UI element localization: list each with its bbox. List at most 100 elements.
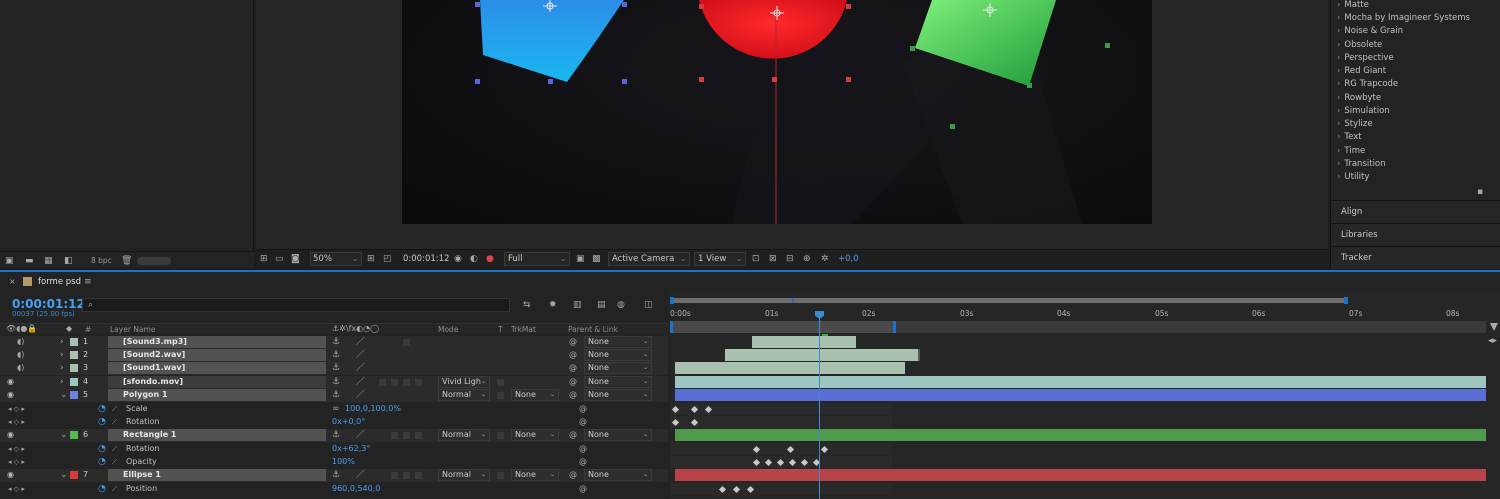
audio-speaker-icon[interactable]: ◖) (17, 363, 24, 373)
pick-whip-icon[interactable]: @ (569, 337, 577, 346)
property-row[interactable]: ◂ ◇ ▸ ◔ ⟋ Opacity 100% @ (0, 456, 668, 469)
flowchart-icon[interactable]: ⊕ (803, 254, 811, 264)
switch-box[interactable] (402, 471, 411, 480)
blend-mode-dropdown[interactable]: Vivid Ligh ⌄ (438, 376, 490, 388)
label-color-swatch[interactable] (70, 351, 78, 359)
expand-arrow-icon[interactable]: › (60, 350, 64, 360)
pick-whip-icon[interactable]: @ (569, 377, 577, 386)
layer-name[interactable]: Ellipse 1 (108, 469, 326, 481)
interpret-footage-icon[interactable]: ▣ (5, 256, 14, 266)
blend-mode-dropdown[interactable]: Normal ⌄ (438, 429, 490, 441)
switch-box[interactable] (414, 378, 423, 387)
label-color-swatch[interactable] (70, 391, 78, 399)
switch-box[interactable] (390, 431, 399, 440)
preserve-transparency-box[interactable] (496, 471, 505, 480)
show-snapshot-icon[interactable]: ◐ (470, 254, 478, 264)
property-value[interactable]: 100,0,100,0% (345, 404, 401, 413)
layer-name[interactable]: [Sound2.wav] (108, 349, 326, 361)
time-navigator-bar[interactable] (670, 298, 1346, 303)
preserve-transparency-box[interactable] (496, 391, 505, 400)
fx-category-simulation[interactable]: › Simulation (1337, 106, 1390, 116)
draft-3d-icon[interactable]: ⇆ (523, 300, 531, 310)
quality-switch-icon[interactable]: ／ (356, 337, 365, 347)
quality-switch-icon[interactable]: ／ (356, 430, 365, 440)
property-value[interactable]: 960,0,540,0 (332, 484, 380, 493)
preserve-transparency-box[interactable] (496, 378, 505, 387)
label-color-swatch[interactable] (70, 338, 78, 346)
fast-previews-icon[interactable]: ⊠ (769, 254, 777, 264)
pick-whip-icon[interactable]: @ (579, 404, 587, 413)
fx-category-text[interactable]: › Text (1337, 132, 1362, 142)
stopwatch-icon[interactable]: ◔ (98, 404, 106, 414)
audio-speaker-icon[interactable]: ◖) (17, 350, 24, 360)
layer-row[interactable]: ◖) › 1 [Sound3.mp3] ⚓ ／ @ None ⌄ (0, 336, 668, 349)
stopwatch-icon[interactable]: ◔ (98, 484, 106, 494)
pick-whip-icon[interactable]: @ (569, 390, 577, 399)
layer-row[interactable]: ◖) › 2 [Sound2.wav] ⚓ ／ @ None ⌄ (0, 349, 668, 362)
fx-category-obsolete[interactable]: › Obsolete (1337, 40, 1382, 50)
parent-dropdown[interactable]: None ⌄ (584, 469, 652, 481)
column-header-layer-name[interactable]: Layer Name (110, 325, 155, 334)
parent-dropdown[interactable]: None ⌄ (584, 362, 652, 374)
fx-category-rg-trapcode[interactable]: › RG Trapcode (1337, 79, 1398, 89)
graph-icon[interactable]: ⟋ (112, 484, 117, 494)
composition-canvas[interactable] (402, 0, 1152, 224)
current-time-display[interactable]: 0:00:01:12 (12, 297, 85, 311)
track-matte-dropdown[interactable]: None ⌄ (511, 469, 559, 481)
pick-whip-icon[interactable]: @ (569, 470, 577, 479)
pick-whip-icon[interactable]: @ (579, 444, 587, 453)
layer-row[interactable]: ◉ ⌄ 6 Rectangle 1 ⚓ ／ Normal ⌄ None ⌄ @ No… (0, 429, 668, 442)
property-value[interactable]: 100% (332, 457, 355, 466)
property-row[interactable]: ◂ ◇ ▸ ◔ ⟋ Scale ∞ 100,0,100,0% @ (0, 403, 668, 416)
work-area-bar[interactable] (672, 321, 894, 333)
navigator-end-handle[interactable] (1344, 297, 1348, 304)
switch-box[interactable] (390, 378, 399, 387)
fx-category-matte[interactable]: › Matte (1337, 0, 1369, 10)
new-folder-icon[interactable]: ▬ (25, 256, 34, 266)
fx-category-noise-grain[interactable]: › Noise & Grain (1337, 26, 1403, 36)
parent-dropdown[interactable]: None ⌄ (584, 389, 652, 401)
layer-name[interactable]: [Sound3.mp3] (108, 336, 326, 348)
switch-box[interactable] (402, 431, 411, 440)
property-value[interactable]: 0x+62,3° (332, 444, 370, 453)
label-color-swatch[interactable] (70, 378, 78, 386)
eye-icon[interactable]: ◉ (7, 390, 14, 399)
trash-icon[interactable]: 🗑 (121, 256, 132, 266)
blue-polygon-shape[interactable] (480, 0, 624, 82)
stopwatch-icon[interactable]: ◔ (98, 457, 106, 467)
fx-category-utility[interactable]: › Utility (1337, 172, 1369, 182)
label-color-swatch[interactable] (70, 364, 78, 372)
timeline-toggle-icon[interactable]: ⊟ (786, 254, 794, 264)
layer-bar-sound2[interactable] (725, 349, 918, 361)
property-row[interactable]: ◂ ◇ ▸ ◔ ⟋ Rotation 0x+0,0° @ (0, 416, 668, 429)
navigator-start-handle[interactable] (670, 297, 674, 304)
graph-icon[interactable]: ⟋ (112, 457, 117, 467)
comp-flowchart-icon[interactable]: ✹ (549, 300, 557, 310)
transparency-grid-icon[interactable]: ▩ (592, 254, 601, 264)
pick-whip-icon[interactable]: @ (569, 430, 577, 439)
shy-switch-icon[interactable]: ⚓ (332, 390, 340, 400)
shy-switch-icon[interactable]: ⚓ (332, 337, 340, 347)
layer-row[interactable]: ◉ ⌄ 7 Ellipse 1 ⚓ ／ Normal ⌄ None ⌄ @ None… (0, 469, 668, 482)
eye-icon[interactable]: ◉ (7, 377, 14, 386)
keyframe-navigator-icon[interactable]: ◂ ◇ ▸ (8, 417, 25, 427)
track-matte-dropdown[interactable]: None ⌄ (511, 429, 559, 441)
property-value[interactable]: 0x+0,0° (332, 417, 365, 426)
reset-exposure-icon[interactable]: ✲ (821, 254, 829, 264)
layer-row[interactable]: ◉ ⌄ 5 Polygon 1 ⚓ ／ Normal ⌄ None ⌄ @ None… (0, 389, 668, 402)
panel-menu-icon[interactable]: ≡ (84, 277, 92, 287)
layer-bar-polygon[interactable] (675, 389, 1486, 401)
motion-blur-icon[interactable]: ◍ (617, 300, 625, 310)
shy-switch-icon[interactable]: ⚓ (332, 363, 340, 373)
shy-switch-icon[interactable]: ⚓ (332, 430, 340, 440)
viewer-timecode[interactable]: 0:00:01:12 (403, 254, 449, 264)
layer-name[interactable]: Rectangle 1 (108, 429, 326, 441)
fx-category-time[interactable]: › Time (1337, 146, 1365, 156)
quality-switch-icon[interactable]: ／ (356, 390, 365, 400)
collapse-arrow-icon[interactable]: ⌄ (60, 470, 68, 480)
align-panel-header[interactable]: Align (1331, 200, 1500, 223)
graph-icon[interactable]: ⟋ (112, 417, 117, 427)
preserve-transparency-box[interactable] (496, 431, 505, 440)
layer-bar-sound3[interactable] (752, 336, 856, 348)
collapse-arrow-icon[interactable]: ⌄ (60, 390, 68, 400)
